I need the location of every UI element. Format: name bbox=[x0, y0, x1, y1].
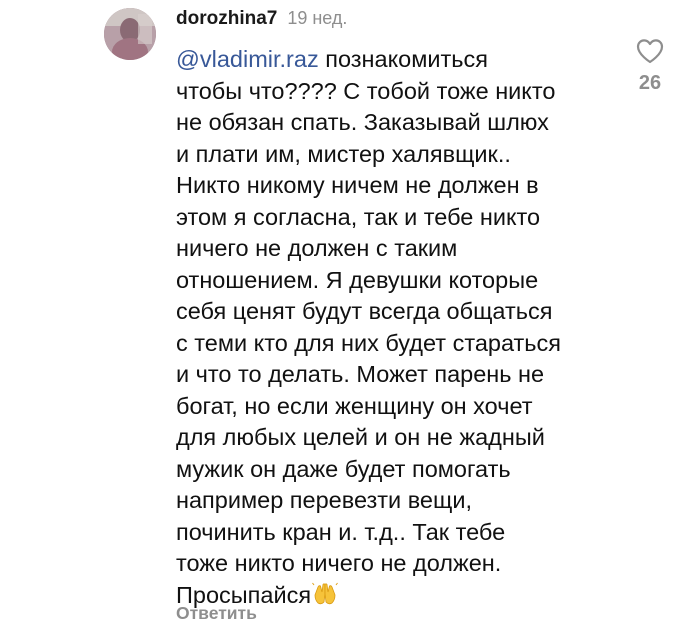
comment: dorozhina7 19 нед. @vladimir.raz познако… bbox=[0, 0, 700, 642]
comment-line: и что то делать. Может парень не bbox=[176, 361, 545, 387]
avatar-image bbox=[104, 8, 156, 60]
comment-line: себя ценят будут всегда общаться bbox=[176, 298, 553, 324]
comment-line: этом я согласна, так и тебе никто bbox=[176, 203, 541, 230]
heart-outline-icon[interactable] bbox=[636, 38, 664, 64]
comment-line: не обязан спать. Заказывай шлюх bbox=[176, 109, 549, 135]
timestamp: 19 нед. bbox=[287, 8, 348, 28]
comment-line: починить кран и. т.д.. Так тебе bbox=[176, 518, 506, 545]
comment-line: для любых целей и он не жадный bbox=[176, 424, 545, 450]
comment-line: @vladimir.raz познакомиться bbox=[176, 44, 616, 76]
username[interactable]: dorozhina7 bbox=[176, 8, 277, 30]
comment-line: ничего не должен с таким bbox=[176, 235, 458, 261]
comment-line: мужик он даже будет помогать bbox=[176, 455, 511, 482]
comment-line: например перевезти вещи, bbox=[176, 487, 472, 513]
mention-link[interactable]: @vladimir.raz bbox=[176, 46, 319, 72]
comment-line: с теми кто для них будет стараться bbox=[176, 329, 561, 356]
comment-line-text: познакомиться bbox=[318, 46, 488, 72]
like-count: 26 bbox=[638, 72, 662, 94]
comment-line: тоже никто ничего не должен. bbox=[176, 550, 502, 576]
reply-button[interactable]: Ответить bbox=[176, 603, 257, 624]
comment-line: богат, но если женщину он хочет bbox=[176, 392, 533, 419]
comment-line: Никто никому ничем не должен в bbox=[176, 172, 539, 198]
mention-username: vladimir.raz bbox=[199, 46, 319, 72]
comment-text: @vladimir.raz познакомиться чтобы что???… bbox=[176, 44, 616, 611]
comment-line: отношением. Я девушки которые bbox=[176, 266, 539, 293]
like-control: 26 bbox=[622, 38, 678, 95]
raising-hands-emoji bbox=[312, 581, 338, 607]
comment-header: dorozhina7 19 нед. bbox=[176, 8, 347, 34]
comment-line: и плати им, мистер халявщик.. bbox=[176, 140, 511, 167]
mention-at-sign: @ bbox=[176, 46, 200, 72]
avatar[interactable] bbox=[104, 8, 156, 60]
comment-line: чтобы что???? С тобой тоже никто bbox=[176, 77, 556, 104]
